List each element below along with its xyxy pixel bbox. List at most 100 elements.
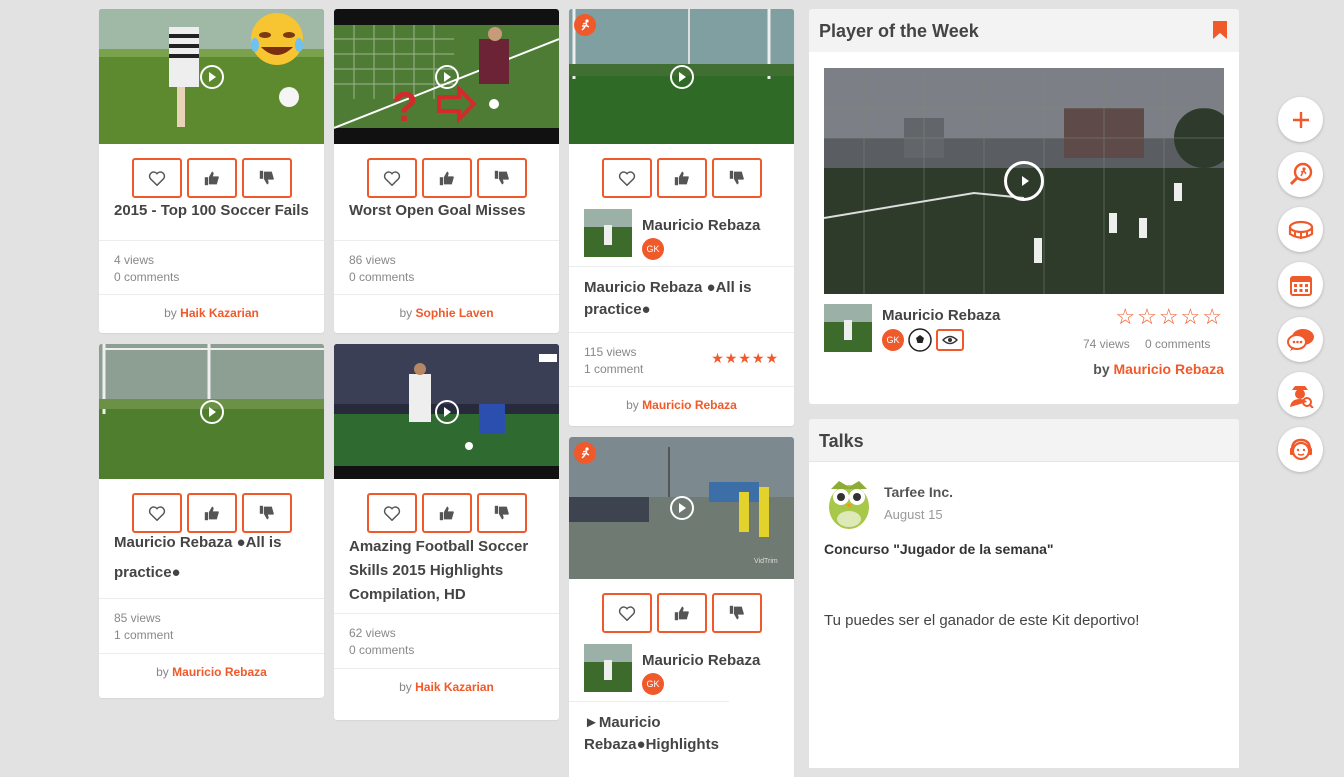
post-date: August 15 [884,507,943,522]
play-icon[interactable] [669,64,694,89]
comment-count[interactable]: 0 comments [349,269,544,286]
video-title[interactable]: ►Mauricio Rebaza●Highlights [569,701,729,756]
byline: by Mauricio Rebaza [569,386,794,424]
author-link[interactable]: Sophie Laven [416,306,494,320]
position-badge: GK [882,329,904,351]
thumbs-down-button[interactable] [242,493,292,533]
view-count: 74 views [1083,337,1130,351]
player-avatar[interactable] [824,304,872,352]
thumbs-up-button[interactable] [422,493,472,533]
author-link[interactable]: Mauricio Rebaza [1114,361,1224,377]
player-avatar[interactable] [584,644,632,692]
video-thumbnail[interactable] [99,344,324,479]
play-icon[interactable] [1004,161,1044,201]
video-thumbnail[interactable]: ? [334,9,559,144]
video-title[interactable]: Mauricio Rebaza ●All is practice● [99,528,324,598]
comment-count[interactable]: 0 comments [1145,337,1210,351]
talks-panel: Talks Tarfee Inc. August 15 Concurso "Ju… [809,419,1239,768]
thumbs-up-button[interactable] [657,593,707,633]
video-title[interactable]: 2015 - Top 100 Soccer Fails [99,200,324,240]
author-link[interactable]: Haik Kazarian [180,306,259,320]
reaction-buttons [569,144,794,200]
thumbs-up-button[interactable] [187,158,237,198]
thumbs-down-button[interactable] [477,493,527,533]
video-thumbnail[interactable] [334,344,559,479]
video-title[interactable]: Amazing Football Soccer Skills 2015 High… [334,529,559,613]
thumbs-down-button[interactable] [477,158,527,198]
like-heart-button[interactable] [367,493,417,533]
author-link[interactable]: Mauricio Rebaza [642,398,737,412]
position-badge: GK [642,673,664,695]
video-card: ? Worst Open Goal Misses 86 views 0 comm… [334,9,559,333]
thumbs-down-icon [729,605,744,620]
view-count: 4 views [114,253,155,267]
byline: by Mauricio Rebaza [1093,361,1224,377]
video-card: Amazing Football Soccer Skills 2015 High… [334,344,559,720]
rating-stars[interactable]: ☆☆☆☆☆ [1115,306,1224,328]
rating-stars[interactable]: ★★★★★ [711,350,779,367]
search-player-icon [1289,162,1312,185]
thumbs-up-button[interactable] [422,158,472,198]
play-icon[interactable] [199,399,224,424]
player-name[interactable]: Mauricio Rebaza [882,307,1000,324]
support-button[interactable] [1278,427,1323,472]
author-link[interactable]: Mauricio Rebaza [172,665,267,679]
play-icon[interactable] [434,64,459,89]
thumbs-down-button[interactable] [242,158,292,198]
like-heart-button[interactable] [367,158,417,198]
play-icon[interactable] [669,496,694,520]
player-info: Mauricio Rebaza GK [569,200,794,266]
thumbs-down-icon [259,170,274,185]
view-count: 85 views [114,611,161,625]
thumbs-up-button[interactable] [657,158,707,198]
like-heart-button[interactable] [132,493,182,533]
video-stats: 4 views 0 comments [99,240,324,294]
author-link[interactable]: Haik Kazarian [415,680,494,694]
video-thumbnail[interactable] [569,9,794,144]
player-name[interactable]: Mauricio Rebaza [642,652,760,669]
video-thumbnail[interactable] [99,9,324,144]
video-title[interactable]: Worst Open Goal Misses [334,200,559,240]
watch-button[interactable] [936,329,964,351]
play-icon[interactable] [199,64,224,89]
byline: by Sophie Laven [334,294,559,332]
scouts-button[interactable] [1278,372,1323,417]
thumbs-down-button[interactable] [712,158,762,198]
reaction-buttons [334,144,559,200]
player-name[interactable]: Mauricio Rebaza [642,217,760,234]
video-stats: 62 views 0 comments [334,613,559,668]
post-title[interactable]: Concurso "Jugador de la semana" [824,541,1054,557]
thumbs-up-button[interactable] [187,493,237,533]
player-video-card: VidTrim Mauricio Rebaza GK ►Mauricio Reba… [569,437,794,777]
video-title[interactable]: Mauricio Rebaza ●All is practice● [569,266,794,332]
tarfee-owl-logo[interactable] [827,477,871,529]
featured-video[interactable] [824,68,1224,294]
player-avatar[interactable] [584,209,632,257]
video-thumbnail[interactable]: VidTrim [569,437,794,579]
thumbs-up-icon [204,171,219,186]
thumbs-down-icon [729,170,744,185]
author-name[interactable]: Tarfee Inc. [884,484,953,500]
bookmark-icon[interactable] [1213,21,1227,39]
thumbs-up-icon [439,171,454,186]
like-heart-button[interactable] [602,593,652,633]
comment-count[interactable]: 1 comment [114,627,309,644]
play-icon[interactable] [434,399,459,424]
find-players-button[interactable] [1278,152,1323,197]
calendar-icon [1289,275,1312,296]
stadiums-button[interactable] [1278,207,1323,252]
video-stats: 85 views 1 comment [99,598,324,653]
thumbs-down-icon [494,170,509,185]
thumbs-down-button[interactable] [712,593,762,633]
comment-count[interactable]: 0 comments [114,269,309,286]
add-button[interactable] [1278,97,1323,142]
comment-count[interactable]: 0 comments [349,642,544,659]
stadium-icon [1288,220,1313,239]
calendar-button[interactable] [1278,262,1323,307]
support-icon [1289,438,1312,460]
reaction-buttons [99,144,324,200]
like-heart-button[interactable] [602,158,652,198]
video-card: Mauricio Rebaza ●All is practice● 85 vie… [99,344,324,698]
messages-button[interactable] [1278,317,1323,362]
like-heart-button[interactable] [132,158,182,198]
